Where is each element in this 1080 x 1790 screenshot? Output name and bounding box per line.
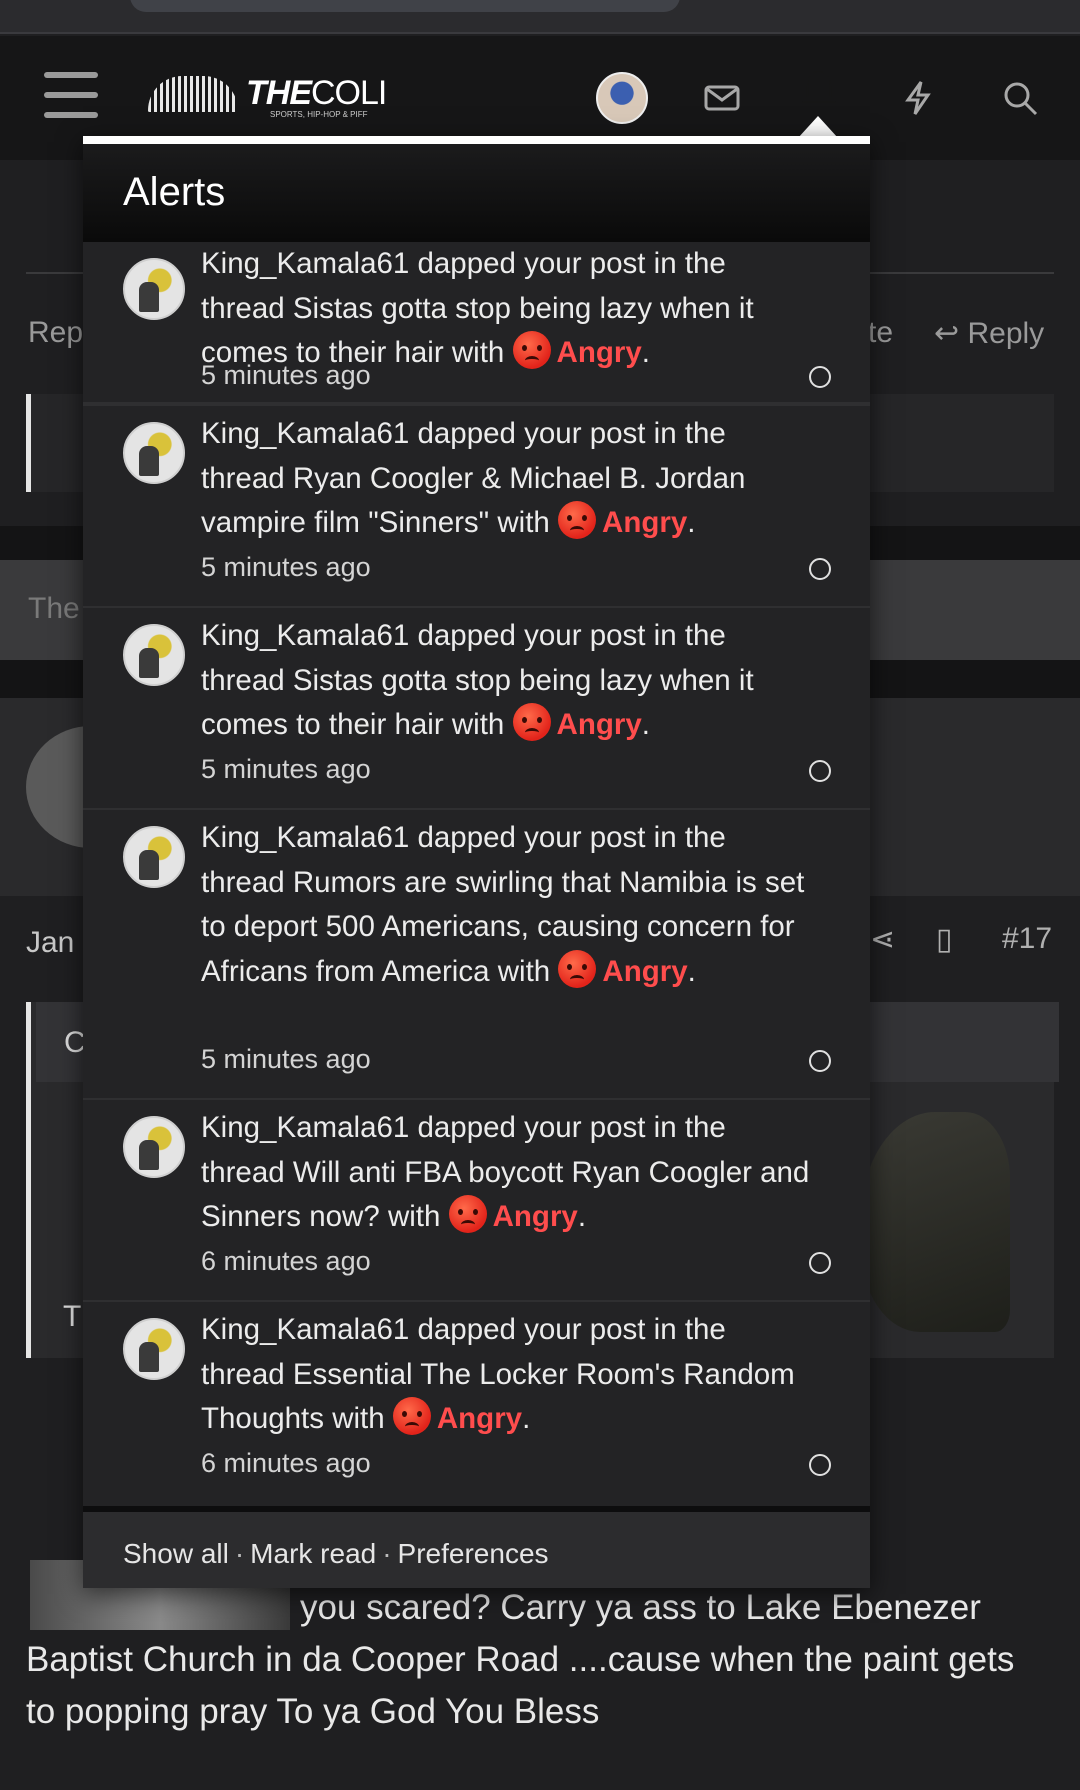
alert-time: 5 minutes ago: [201, 360, 371, 390]
list-item[interactable]: King_Kamala61 dapped your post in the th…: [83, 810, 870, 1100]
angry-emoji-icon: [512, 703, 551, 741]
logo-text: THECOLI: [246, 74, 387, 112]
avatar[interactable]: [123, 826, 185, 888]
band-text: The: [28, 592, 80, 625]
mark-read-toggle[interactable]: [809, 1454, 831, 1476]
mark-read-toggle[interactable]: [809, 558, 831, 580]
envelope-icon[interactable]: [696, 72, 748, 124]
alerts-footer: Show all · Mark read · Preferences: [83, 1506, 870, 1588]
post-body-text: you scared? Carry ya ass to Lake Ebeneze…: [26, 1588, 1015, 1731]
reaction-label: Angry: [602, 954, 688, 988]
alerts-title: Alerts: [123, 170, 226, 214]
list-item[interactable]: King_Kamala61 dapped your post in the th…: [83, 404, 870, 608]
logo-subtitle: SPORTS, HIP-HOP & PIFF: [270, 110, 368, 119]
alert-text[interactable]: King_Kamala61 dapped your post in the th…: [201, 412, 811, 546]
mark-read-toggle[interactable]: [809, 1252, 831, 1274]
avatar[interactable]: [123, 1116, 185, 1178]
reply-button[interactable]: ↩ Reply: [934, 316, 1044, 351]
colosseum-logo-icon: [148, 76, 238, 112]
bookmark-icon[interactable]: ▯: [936, 922, 953, 957]
alert-text[interactable]: King_Kamala61 dapped your post in the th…: [201, 1106, 811, 1240]
post-number[interactable]: #17: [1002, 922, 1052, 956]
footer-links: Show all · Mark read · Preferences: [123, 1538, 549, 1570]
reaction-label: Angry: [556, 336, 642, 369]
angry-emoji-icon: [448, 1195, 487, 1233]
alert-text[interactable]: King_Kamala61 dapped your post in the th…: [201, 614, 811, 748]
angry-emoji-icon: [558, 501, 597, 539]
mark-read-toggle[interactable]: [809, 760, 831, 782]
share-icon[interactable]: ⋖: [870, 922, 895, 957]
list-item[interactable]: King_Kamala61 dapped your post in the th…: [83, 1100, 870, 1302]
bell-icon[interactable]: [796, 66, 842, 116]
alert-text[interactable]: King_Kamala61 dapped your post in the th…: [201, 816, 811, 994]
angry-emoji-icon: [512, 331, 551, 369]
reply-icon: ↩: [934, 317, 968, 350]
alert-time: 5 minutes ago: [201, 754, 371, 784]
alerts-popup: Alerts King_Kamala61 dapped your post in…: [83, 136, 870, 1588]
reaction-label: Angry: [492, 1200, 578, 1233]
alert-time: 5 minutes ago: [201, 1044, 371, 1074]
mark-read-link[interactable]: Mark read: [250, 1538, 376, 1569]
lightning-icon[interactable]: [892, 72, 944, 124]
mark-read-toggle[interactable]: [809, 366, 831, 388]
avatar[interactable]: [123, 258, 185, 320]
alert-time: 6 minutes ago: [201, 1448, 371, 1478]
alert-time: 6 minutes ago: [201, 1246, 371, 1276]
site-logo[interactable]: THECOLI SPORTS, HIP-HOP & PIFF: [148, 70, 408, 124]
quote-body-text: T: [63, 1300, 82, 1333]
mark-read-toggle[interactable]: [809, 1050, 831, 1072]
reply-link-partial[interactable]: Rep: [28, 316, 83, 350]
reaction-label: Angry: [602, 506, 688, 539]
alerts-list[interactable]: King_Kamala61 dapped your post in the th…: [83, 242, 870, 1506]
alert-text[interactable]: King_Kamala61 dapped your post in the th…: [201, 242, 811, 376]
reaction-label: Angry: [436, 1402, 523, 1435]
address-bar[interactable]: [130, 0, 680, 12]
quote-link-partial[interactable]: te: [868, 316, 893, 350]
avatar[interactable]: [123, 422, 185, 484]
search-icon[interactable]: [994, 72, 1046, 124]
post-image[interactable]: [860, 1112, 1010, 1332]
popup-pointer: [798, 116, 838, 138]
avatar[interactable]: [123, 624, 185, 686]
reaction-label: Angry: [556, 708, 642, 741]
list-item[interactable]: King_Kamala61 dapped your post in the th…: [83, 1302, 870, 1506]
separator: ·: [382, 1538, 392, 1569]
show-all-link[interactable]: Show all: [123, 1538, 229, 1569]
avatar[interactable]: [123, 1318, 185, 1380]
alerts-header: Alerts: [83, 144, 870, 242]
angry-emoji-icon: [558, 949, 597, 988]
browser-bar: [0, 0, 1080, 34]
avatar[interactable]: [596, 72, 648, 124]
alert-text[interactable]: King_Kamala61 dapped your post in the th…: [201, 1308, 811, 1442]
angry-emoji-icon: [392, 1397, 431, 1435]
separator: ·: [234, 1538, 245, 1569]
hamburger-icon[interactable]: [44, 72, 98, 118]
preferences-link[interactable]: Preferences: [398, 1538, 549, 1569]
alert-time: 5 minutes ago: [201, 552, 371, 582]
list-item[interactable]: King_Kamala61 dapped your post in the th…: [83, 608, 870, 810]
